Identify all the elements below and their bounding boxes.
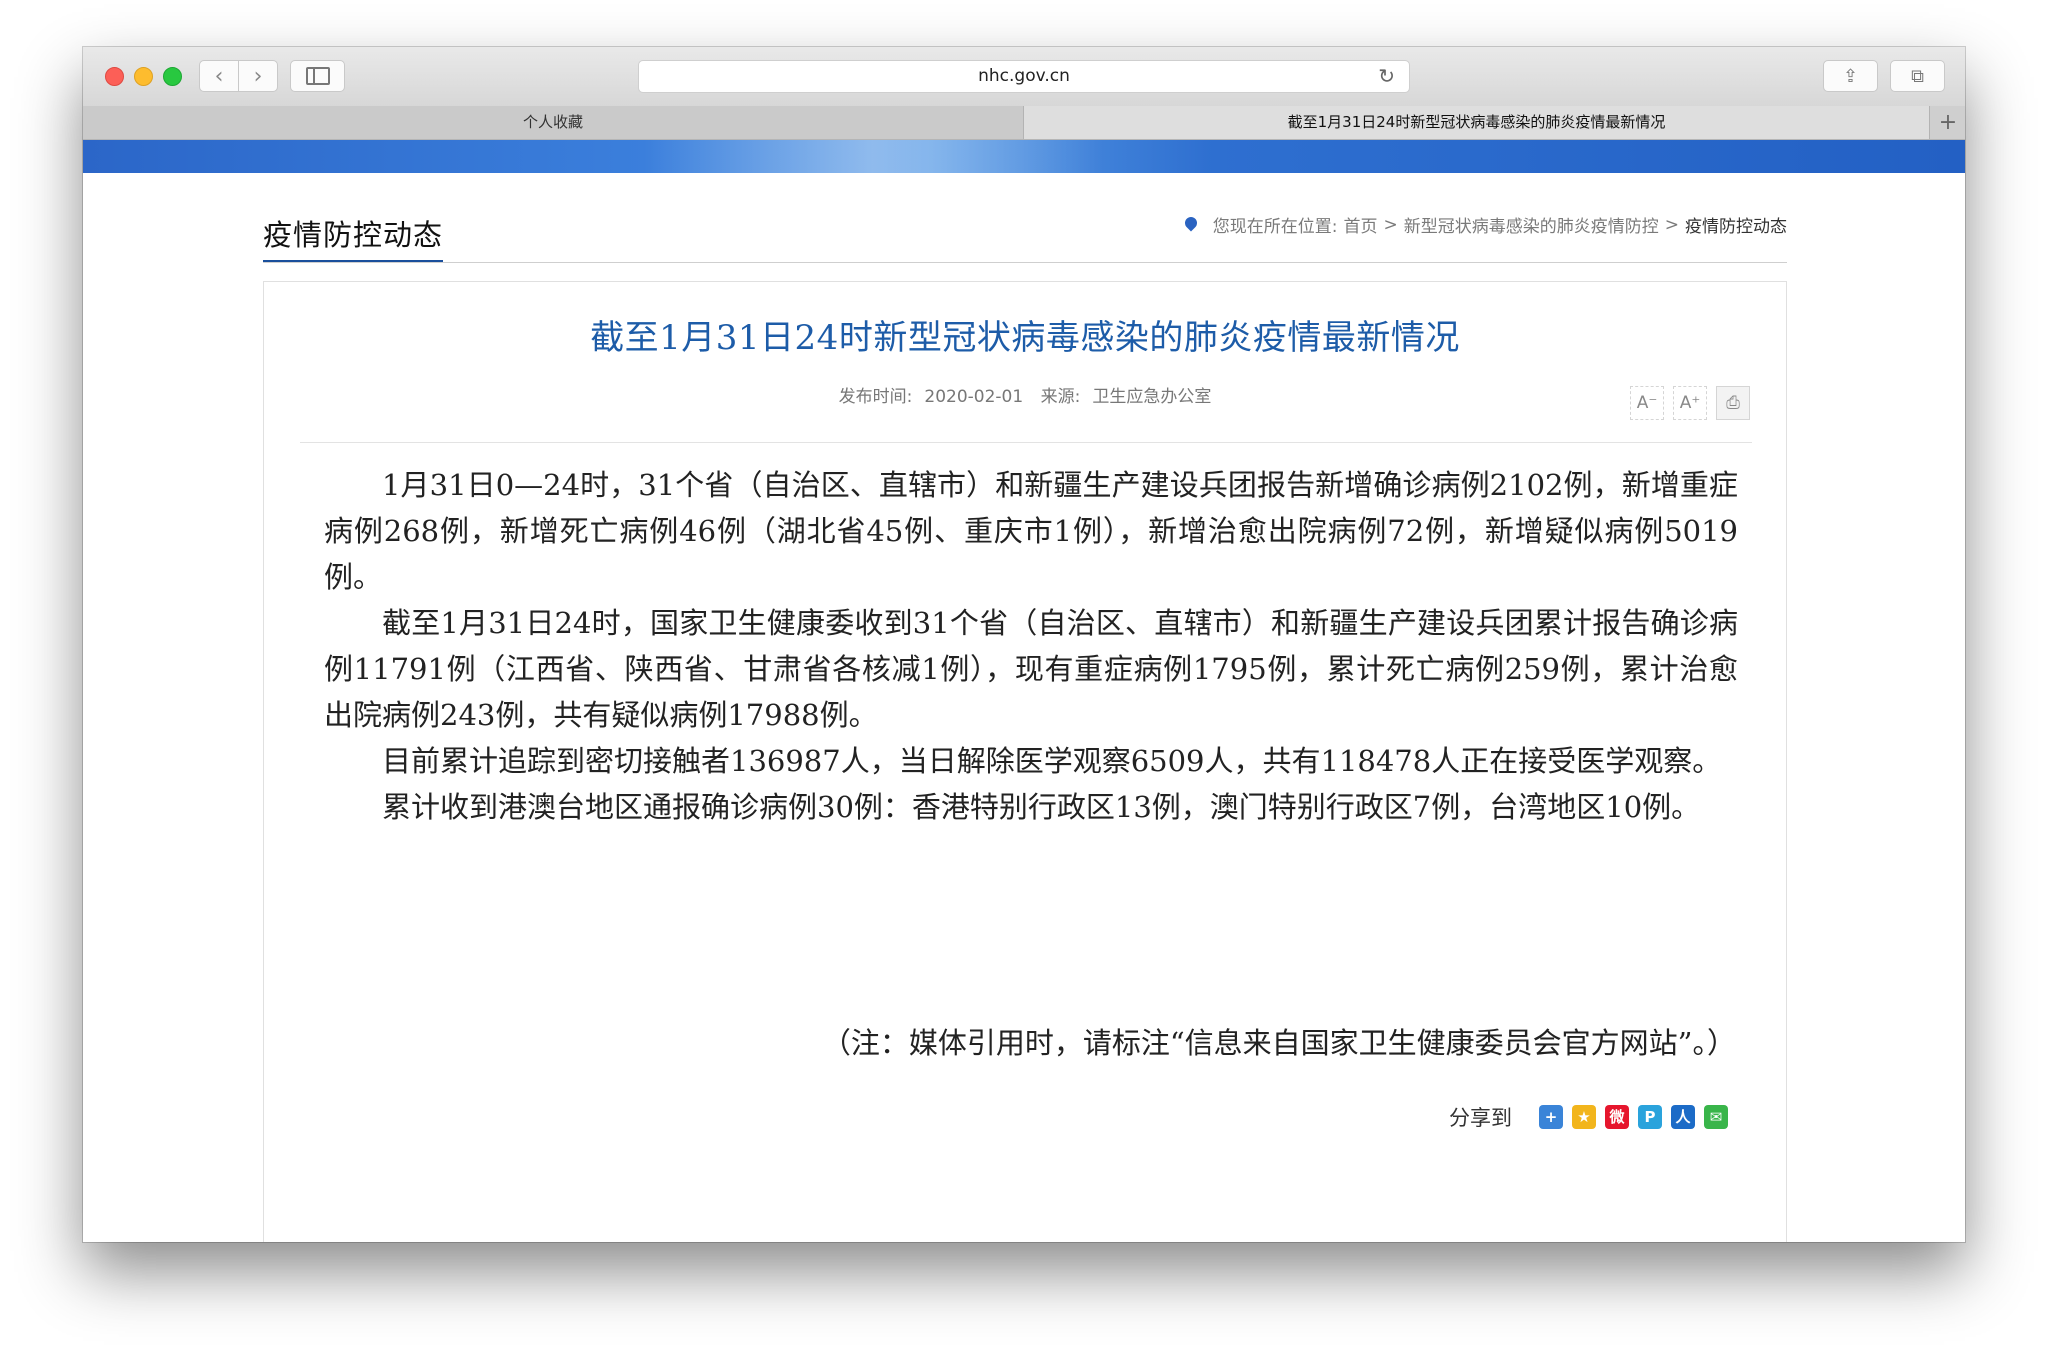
publish-date: 2020-02-01 — [924, 387, 1024, 407]
print-button[interactable]: ⎙ — [1716, 386, 1750, 420]
font-decrease-button[interactable]: A⁻ — [1630, 386, 1664, 420]
breadcrumb-prefix: 您现在所在位置: — [1212, 217, 1338, 237]
tabs-icon: ⧉ — [1911, 65, 1924, 87]
new-tab-button[interactable]: + — [1929, 106, 1965, 139]
citation-note: （注：媒体引用时，请标注“信息来自国家卫生健康委员会官方网站”。） — [821, 1026, 1736, 1060]
tab-bar: 个人收藏 截至1月31日24时新型冠状病毒感染的肺炎疫情最新情况 + — [83, 106, 1965, 140]
reload-icon[interactable]: ↻ — [1378, 61, 1395, 92]
site-banner — [83, 140, 1965, 173]
paragraph: 1月31日0—24时，31个省（自治区、直辖市）和新疆生产建设兵团报告新增确诊病… — [324, 468, 1738, 594]
breadcrumb: 您现在所在位置: 首页 > 新型冠状病毒感染的肺炎疫情防控 > 疫情防控动态 — [1182, 212, 1787, 237]
divider — [300, 442, 1752, 443]
section-title: 疫情防控动态 — [263, 212, 444, 263]
article-meta: 发布时间: 2020-02-01 来源: 卫生应急办公室 — [264, 382, 1786, 407]
close-window-button[interactable] — [105, 67, 124, 86]
weibo-icon[interactable]: 微 — [1605, 1105, 1629, 1129]
article-tools: A⁻ A⁺ ⎙ — [1630, 386, 1750, 420]
forward-button[interactable]: › — [238, 60, 278, 92]
source-label: 来源: — [1040, 387, 1081, 407]
breadcrumb-separator: > — [1383, 214, 1398, 235]
minimize-window-button[interactable] — [134, 67, 153, 86]
back-button[interactable]: ‹ — [199, 60, 239, 92]
chevron-right-icon: › — [253, 63, 263, 89]
address-bar[interactable]: nhc.gov.cn ↻ — [638, 60, 1410, 93]
tencent-weibo-icon[interactable]: P — [1638, 1105, 1662, 1129]
breadcrumb-separator: > — [1664, 214, 1679, 235]
sidebar-toggle-button[interactable] — [290, 60, 345, 92]
renren-icon[interactable]: 人 — [1671, 1105, 1695, 1129]
divider — [263, 262, 1787, 263]
paragraph: 累计收到港澳台地区通报确诊病例30例：香港特别行政区13例，澳门特别行政区7例，… — [382, 790, 1701, 824]
breadcrumb-epidemic-control[interactable]: 新型冠状病毒感染的肺炎疫情防控 — [1404, 212, 1659, 237]
show-tabs-button[interactable]: ⧉ — [1890, 60, 1945, 92]
share-icon: ⇪ — [1842, 65, 1859, 87]
qzone-icon[interactable]: ★ — [1572, 1105, 1596, 1129]
browser-toolbar: ‹ › nhc.gov.cn ↻ ⇪ ⧉ — [83, 47, 1965, 107]
chevron-left-icon: ‹ — [214, 63, 224, 89]
share-bar: 分享到 + ★ 微 P 人 ✉ — [1449, 1102, 1728, 1132]
page-content: 疫情防控动态 您现在所在位置: 首页 > 新型冠状病毒感染的肺炎疫情防控 > 疫… — [83, 173, 1965, 1242]
font-increase-button[interactable]: A⁺ — [1673, 386, 1707, 420]
breadcrumb-home[interactable]: 首页 — [1344, 212, 1378, 237]
source: 卫生应急办公室 — [1092, 387, 1212, 407]
article-title: 截至1月31日24时新型冠状病毒感染的肺炎疫情最新情况 — [590, 318, 1460, 358]
share-more-icon[interactable]: + — [1539, 1105, 1563, 1129]
zoom-window-button[interactable] — [163, 67, 182, 86]
breadcrumb-current[interactable]: 疫情防控动态 — [1685, 212, 1787, 237]
wechat-icon[interactable]: ✉ — [1704, 1105, 1728, 1129]
publish-label: 发布时间: — [838, 387, 913, 407]
sidebar-icon — [305, 67, 330, 85]
tab-article[interactable]: 截至1月31日24时新型冠状病毒感染的肺炎疫情最新情况 — [1024, 106, 1929, 139]
share-label: 分享到 — [1449, 1106, 1512, 1130]
paragraph: 目前累计追踪到密切接触者136987人，当日解除医学观察6509人，共有1184… — [382, 744, 1722, 778]
article-card: 截至1月31日24时新型冠状病毒感染的肺炎疫情最新情况 发布时间: 2020-02… — [263, 281, 1787, 1242]
location-pin-icon — [1182, 214, 1200, 231]
tab-favorites[interactable]: 个人收藏 — [83, 106, 1024, 139]
share-button[interactable]: ⇪ — [1823, 60, 1878, 92]
browser-window: ‹ › nhc.gov.cn ↻ ⇪ ⧉ 个人收藏 截至1月31日24时新型冠状… — [83, 47, 1965, 1242]
url-text: nhc.gov.cn — [978, 66, 1070, 86]
paragraph: 截至1月31日24时，国家卫生健康委收到31个省（自治区、直辖市）和新疆生产建设… — [324, 606, 1738, 732]
article-body: 1月31日0—24时，31个省（自治区、直辖市）和新疆生产建设兵团报告新增确诊病… — [324, 462, 1738, 830]
